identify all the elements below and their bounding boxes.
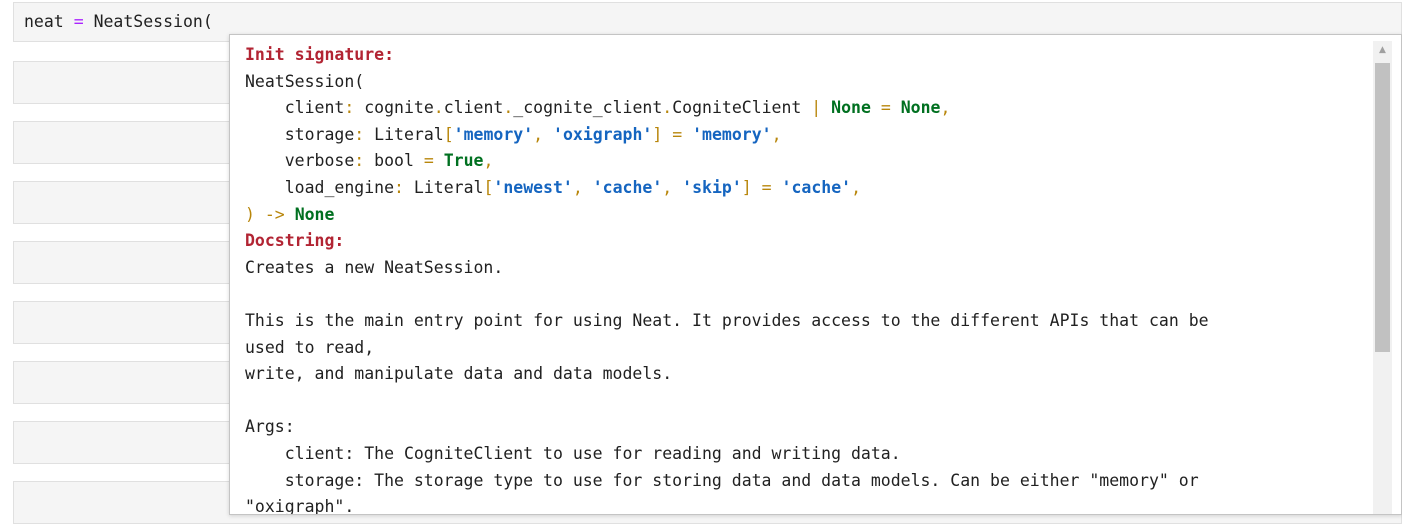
signature-open: NeatSession( xyxy=(245,69,1369,96)
punct: . xyxy=(662,98,673,118)
scroll-up-arrow-icon[interactable]: ▲ xyxy=(1373,41,1392,59)
string-literal: 'newest' xyxy=(493,177,573,197)
punct: : xyxy=(344,98,355,118)
type-part: cognite xyxy=(354,98,434,118)
init-signature-header: Init signature: xyxy=(245,45,395,64)
string-literal: 'memory' xyxy=(692,124,772,144)
keyword: True xyxy=(443,151,484,171)
string-literal: 'cache' xyxy=(592,177,663,197)
type-part: CogniteClient xyxy=(672,98,812,118)
punct: = xyxy=(413,151,444,171)
punct: | xyxy=(811,98,822,118)
keyword: None xyxy=(900,98,941,118)
param-load-engine-line: load_engine: Literal['newest', 'cache', … xyxy=(245,175,1369,202)
punct: . xyxy=(503,98,514,118)
punct: : xyxy=(394,177,404,197)
punct: ] xyxy=(741,177,752,197)
punct: = xyxy=(870,98,901,118)
punct: , xyxy=(771,124,782,144)
code-operator: = xyxy=(73,12,84,31)
docstring-header: Docstring: xyxy=(245,231,345,251)
docstring-line: This is the main entry point for using N… xyxy=(245,310,1209,330)
punct: : xyxy=(354,124,365,144)
code-var: neat xyxy=(24,12,64,31)
docstring-line xyxy=(245,281,1369,308)
docstring-line: storage: The storage type to use for sto… xyxy=(245,470,1199,490)
code-line[interactable]: neat = NeatSession( xyxy=(24,11,213,33)
docstring-line xyxy=(245,388,1369,415)
keyword: None xyxy=(831,98,871,118)
string-literal: 'skip' xyxy=(682,177,742,197)
punct: [ xyxy=(443,124,454,144)
signature-open-text: NeatSession( xyxy=(245,71,365,91)
type-part: Literal xyxy=(364,124,444,144)
string-literal: 'cache' xyxy=(781,177,852,197)
punct: , xyxy=(483,151,494,171)
punct: , xyxy=(851,177,862,197)
signature-close-line: ) -> None xyxy=(245,202,1369,229)
string-literal: 'memory' xyxy=(453,124,534,144)
punct: , xyxy=(572,177,593,197)
docstring-line: write, and manipulate data and data mode… xyxy=(245,364,673,384)
punct: [ xyxy=(483,177,494,197)
signature-tooltip: Init signature: NeatSession( client: cogn… xyxy=(229,34,1402,515)
param-name: storage xyxy=(284,124,355,144)
punct: , xyxy=(940,98,951,118)
punct: = xyxy=(751,177,782,197)
punct: ) xyxy=(245,204,255,224)
type-part: Literal xyxy=(403,177,484,197)
docstring-line: "oxigraph". xyxy=(245,497,355,515)
param-client-line: client: cognite.client._cognite_client.C… xyxy=(245,95,1369,122)
scroll-thumb[interactable] xyxy=(1375,63,1390,352)
tooltip-content: Init signature: NeatSession( client: cogn… xyxy=(245,42,1369,515)
punct: . xyxy=(433,98,444,118)
tooltip-scrollbar[interactable]: ▲ xyxy=(1373,41,1392,514)
param-name: verbose xyxy=(284,151,355,171)
docstring-line: client: The CogniteClient to use for rea… xyxy=(245,443,901,463)
punct: : xyxy=(354,151,365,171)
punct: ] xyxy=(652,124,663,144)
string-literal: 'oxigraph' xyxy=(553,124,653,144)
code-call: NeatSession( xyxy=(93,12,213,31)
punct: -> xyxy=(254,204,295,224)
type-part: client xyxy=(443,98,504,118)
docstring-line: Args: xyxy=(245,417,295,437)
keyword: None xyxy=(294,204,335,224)
type-part: _cognite_client xyxy=(513,98,663,118)
type-part: bool xyxy=(364,151,414,171)
punct: , xyxy=(662,177,683,197)
param-name: load_engine xyxy=(284,177,395,197)
param-verbose-line: verbose: bool = True, xyxy=(245,148,1369,175)
param-name: client xyxy=(284,98,345,118)
param-storage-line: storage: Literal['memory', 'oxigraph'] =… xyxy=(245,122,1369,149)
punct: , xyxy=(533,124,554,144)
docstring-line: used to read, xyxy=(245,337,375,357)
docstring-line: Creates a new NeatSession. xyxy=(245,257,504,277)
punct: = xyxy=(662,124,693,144)
